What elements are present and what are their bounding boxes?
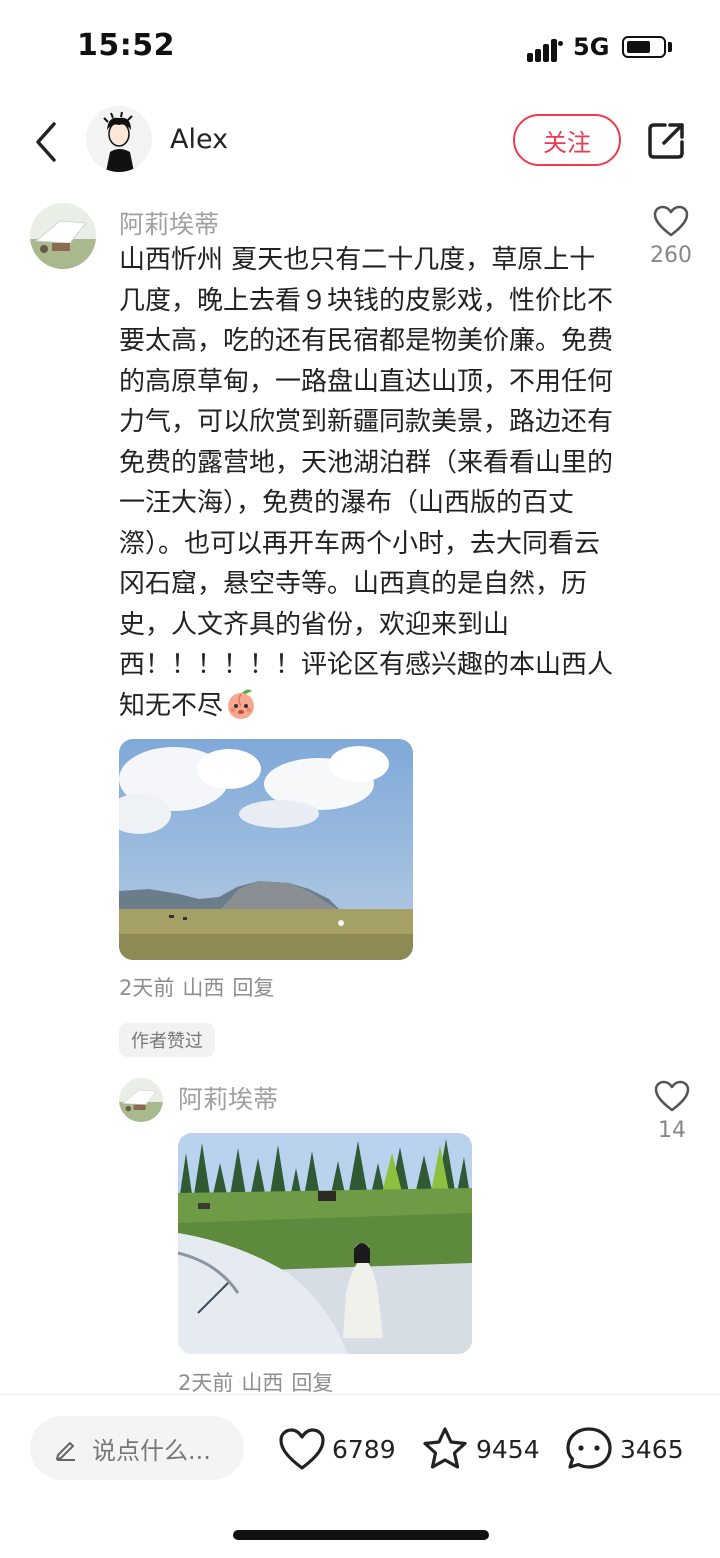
- comment-line: 一汪大海），免费的瀑布（山西版的百丈: [119, 488, 575, 518]
- battery-icon: [622, 36, 666, 58]
- heart-icon: [279, 1428, 325, 1470]
- reply-reply-button[interactable]: 回复: [291, 1371, 333, 1395]
- favorite-button[interactable]: 9454: [420, 1423, 540, 1475]
- comment-text: 山西忻州 夏天也只有二十几度，草原上十 几度，晚上去看９块钱的皮影戏，性价比不 …: [119, 240, 634, 726]
- comment-line-last: 知无不尽: [119, 686, 634, 727]
- reply-author[interactable]: 阿莉埃蒂: [178, 1080, 278, 1116]
- comment-author[interactable]: 阿莉埃蒂: [119, 205, 219, 241]
- follow-button[interactable]: 关注: [513, 114, 621, 166]
- like-button[interactable]: 6789: [278, 1423, 396, 1475]
- comment-like[interactable]: 260: [641, 205, 701, 268]
- comment-line: 力气，可以欣赏到新疆同款美景，路边还有: [119, 407, 614, 437]
- comment-line: 史，人文齐具的省份，欢迎来到山: [119, 609, 510, 640]
- comment-line: 的高原草甸，一路盘山直达山顶，不用任何: [119, 366, 614, 397]
- comment-line: 知无不尽: [119, 690, 224, 721]
- back-icon[interactable]: [28, 118, 68, 166]
- star-icon: [423, 1427, 467, 1469]
- like-count: 6789: [332, 1434, 396, 1464]
- reply-location: 山西: [241, 1371, 284, 1395]
- comment-line: 西！！！！！！评论区有感兴趣的本山西人: [119, 650, 614, 680]
- comment-location: 山西: [182, 976, 225, 1000]
- reply-like-count: 14: [658, 1118, 686, 1143]
- comment-avatar[interactable]: [30, 203, 96, 269]
- status-bar: 15:52 5G: [0, 0, 720, 96]
- header-avatar[interactable]: [86, 106, 152, 172]
- comment-bubble-icon: [566, 1427, 612, 1469]
- comment-input-placeholder: 说点什么...: [92, 1437, 211, 1465]
- header: Alex 关注: [0, 100, 720, 184]
- signal-icon: [527, 36, 563, 62]
- status-time: 15:52: [77, 28, 175, 63]
- peach-emoji-icon: [223, 686, 259, 720]
- reply-photo-forest[interactable]: [178, 1133, 472, 1354]
- comment-reply-button[interactable]: 回复: [232, 976, 274, 1000]
- heart-icon[interactable]: [653, 205, 689, 237]
- reply-meta: 2天前 山西 回复: [178, 1367, 341, 1397]
- comment-line: 山西忻州 夏天也只有二十几度，草原上十: [119, 245, 596, 275]
- comments-count: 3465: [620, 1434, 684, 1464]
- reply-time: 2天前: [178, 1371, 234, 1395]
- comment-line: 几度，晚上去看９块钱的皮影戏，性价比不: [119, 285, 614, 316]
- comments-button[interactable]: 3465: [564, 1423, 684, 1475]
- home-indicator[interactable]: [233, 1530, 489, 1540]
- reply-avatar[interactable]: [119, 1078, 163, 1122]
- comment-photo-grassland[interactable]: [119, 739, 413, 960]
- author-liked-badge: 作者赞过: [119, 1023, 215, 1057]
- network-type: 5G: [573, 33, 610, 61]
- comment-input[interactable]: 说点什么...: [30, 1416, 244, 1480]
- battery-tip: [668, 42, 672, 52]
- share-icon[interactable]: [645, 120, 687, 162]
- comment-line: 漈）。也可以再开车两个小时，去大同看云: [119, 528, 601, 559]
- comment-line: 免费的露营地，天池湖泊群（来看看山里的: [119, 447, 614, 478]
- header-user-name[interactable]: Alex: [170, 124, 228, 155]
- favorite-count: 9454: [476, 1434, 540, 1464]
- comment-meta: 2天前 山西 回复: [119, 972, 282, 1002]
- bottom-bar: 说点什么... 6789 9454 3465: [0, 1394, 720, 1558]
- comment-time: 2天前: [119, 976, 175, 1000]
- pencil-icon: [53, 1436, 79, 1462]
- comment-like-count: 260: [650, 243, 692, 268]
- comment-line: 冈石窟，悬空寺等。山西真的是自然，历: [119, 569, 588, 599]
- heart-icon[interactable]: [654, 1080, 690, 1112]
- reply-like[interactable]: 14: [642, 1080, 702, 1143]
- comment-line: 要太高，吃的还有民宿都是物美价廉。免费: [119, 326, 614, 356]
